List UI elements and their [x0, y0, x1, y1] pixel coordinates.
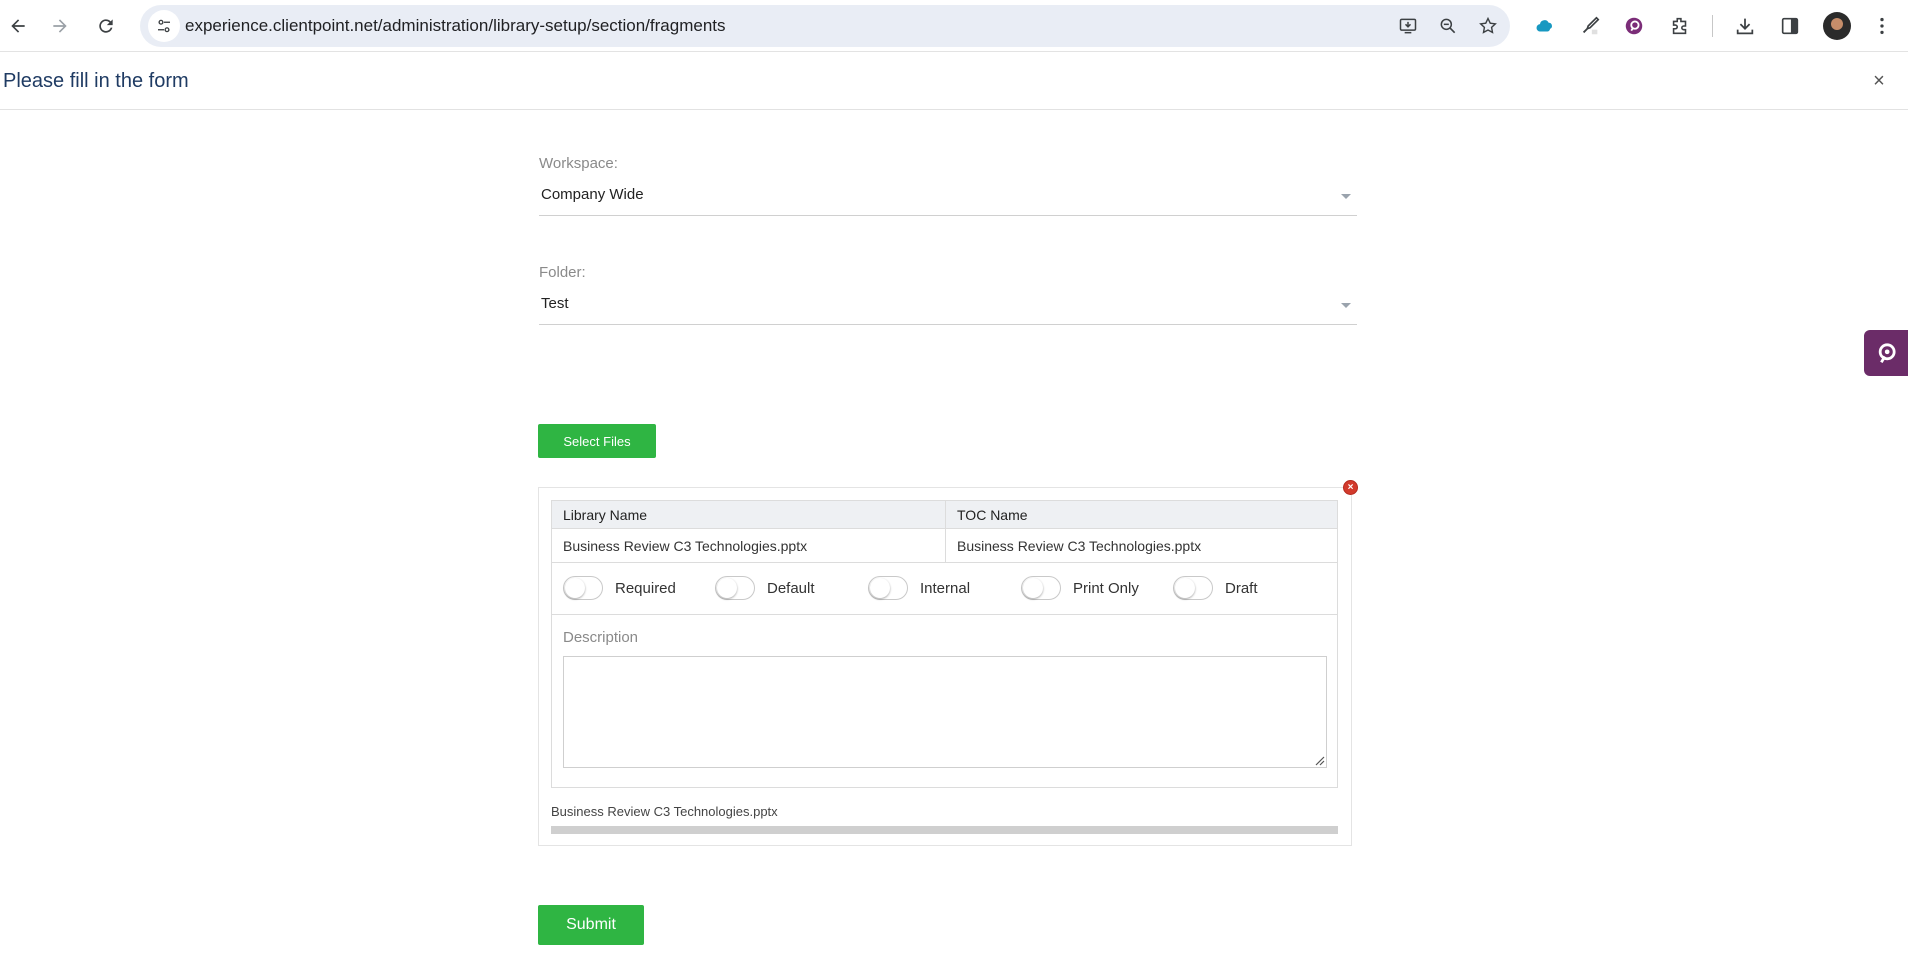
zoom-out-icon [1440, 18, 1456, 34]
draft-toggle[interactable]: Draft [1173, 575, 1258, 601]
file-table-header: Library Name TOC Name [552, 501, 1337, 529]
caret-down-icon [1341, 303, 1351, 308]
extensions-button[interactable] [1664, 10, 1696, 42]
caret-down-icon [1341, 194, 1351, 199]
downloads-button[interactable] [1729, 10, 1761, 42]
upload-progress-bar [551, 826, 1338, 834]
tune-icon [158, 19, 170, 33]
arrow-right-icon [53, 19, 67, 33]
back-button[interactable] [0, 8, 36, 44]
close-icon[interactable]: × [1868, 70, 1890, 92]
toggle-label: Draft [1225, 579, 1258, 597]
forward-button[interactable] [42, 8, 78, 44]
toggle-label: Required [615, 579, 676, 597]
clientpoint-widget-button[interactable] [1864, 330, 1908, 376]
arrow-left-icon [11, 19, 25, 33]
print-only-toggle[interactable]: Print Only [1021, 575, 1139, 601]
clientpoint-extension-button[interactable] [1618, 10, 1650, 42]
toggle-switch[interactable] [715, 576, 755, 600]
toggle-switch[interactable] [563, 576, 603, 600]
file-settings-panel: Library Name TOC Name Business Review C3… [551, 500, 1338, 788]
address-bar[interactable]: experience.clientpoint.net/administratio… [140, 5, 1510, 47]
reload-button[interactable] [88, 8, 124, 44]
workspace-value: Company Wide [541, 186, 644, 203]
toggle-label: Internal [920, 579, 971, 597]
clientpoint-logo-icon [1878, 343, 1896, 364]
default-toggle[interactable]: Default [715, 575, 815, 601]
description-textarea[interactable] [563, 656, 1327, 768]
toggle-label: Print Only [1073, 579, 1139, 597]
zoom-button[interactable] [1432, 10, 1464, 42]
cloud-icon [1536, 20, 1552, 32]
folder-label: Folder: [539, 264, 586, 281]
toggle-switch[interactable] [1021, 576, 1061, 600]
browser-toolbar: experience.clientpoint.net/administratio… [0, 0, 1908, 52]
more-vertical-icon [1880, 17, 1884, 35]
workspace-label: Workspace: [539, 155, 618, 172]
page-title: Please fill in the form [3, 70, 189, 92]
clientpoint-logo-icon [1625, 17, 1643, 35]
toggle-options-row: Required Default Internal Print Only Dra… [552, 563, 1337, 615]
toggle-label: Default [767, 579, 815, 597]
install-icon [1399, 18, 1417, 34]
install-app-button[interactable] [1392, 10, 1424, 42]
download-icon [1736, 18, 1754, 35]
submit-button[interactable]: Submit [538, 905, 644, 945]
required-toggle[interactable]: Required [563, 575, 676, 601]
upload-progress-fill [551, 826, 1338, 834]
modal-header: Please fill in the form × [0, 52, 1908, 110]
table-row: Business Review C3 Technologies.pptx Bus… [552, 529, 1337, 563]
salesforce-extension-button[interactable] [1529, 10, 1561, 42]
profile-avatar[interactable] [1823, 12, 1851, 40]
folder-select[interactable]: Test [539, 287, 1357, 325]
browser-menu-button[interactable] [1866, 10, 1898, 42]
select-files-button[interactable]: Select Files [538, 424, 656, 458]
reload-icon [99, 19, 113, 33]
side-panel-icon [1781, 17, 1799, 35]
side-panel-button[interactable] [1774, 10, 1806, 42]
folder-value: Test [541, 295, 569, 312]
internal-toggle[interactable]: Internal [868, 575, 970, 601]
library-name-cell[interactable]: Business Review C3 Technologies.pptx [552, 529, 945, 563]
eyedropper-extension-button[interactable] [1574, 10, 1606, 42]
resize-handle-icon[interactable] [1313, 754, 1325, 766]
eyedropper-icon [1582, 16, 1600, 35]
url-text[interactable]: experience.clientpoint.net/administratio… [185, 5, 726, 47]
toc-name-header: TOC Name [945, 501, 1337, 529]
bookmark-button[interactable] [1472, 10, 1504, 42]
toolbar-divider [1712, 15, 1713, 37]
toc-name-cell[interactable]: Business Review C3 Technologies.pptx [945, 529, 1337, 563]
library-name-header: Library Name [563, 507, 648, 523]
toggle-switch[interactable] [1173, 576, 1213, 600]
site-info-button[interactable] [148, 10, 180, 42]
star-icon [1479, 16, 1497, 34]
workspace-select[interactable]: Company Wide [539, 178, 1357, 216]
uploaded-file-name: Business Review C3 Technologies.pptx [551, 804, 778, 819]
toggle-switch[interactable] [868, 576, 908, 600]
puzzle-icon [1672, 17, 1687, 35]
remove-file-icon[interactable]: × [1343, 480, 1358, 495]
description-label: Description [563, 629, 639, 646]
